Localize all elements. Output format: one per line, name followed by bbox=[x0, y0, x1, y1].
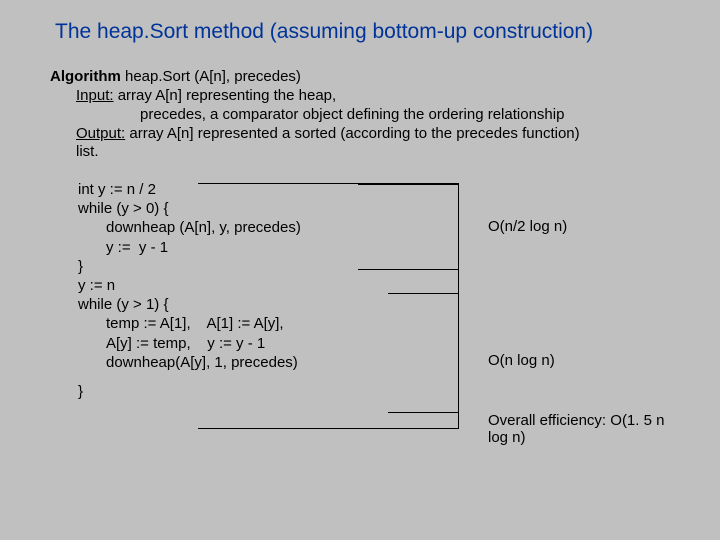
code-line: } bbox=[78, 382, 670, 401]
output-text: array A[n] represented a sorted (accordi… bbox=[125, 125, 579, 142]
algorithm-heading: Algorithm heap.Sort (A[n], precedes) bbox=[50, 68, 670, 85]
code-line: A[y] := temp, y := y - 1 bbox=[78, 334, 670, 353]
output-continuation: list. bbox=[76, 143, 670, 162]
input-label: Input: bbox=[76, 87, 114, 104]
code-block: O(n/2 log n) O(n log n) Overall efficien… bbox=[78, 180, 670, 401]
code-line: while (y > 0) { bbox=[78, 199, 670, 218]
annotation-overall: Overall efficiency: O(1. 5 n log n) bbox=[488, 412, 670, 446]
output-line: Output: array A[n] represented a sorted … bbox=[76, 125, 670, 144]
code-line: downheap(A[y], 1, precedes) bbox=[78, 353, 670, 372]
code-line: temp := A[1], A[1] := A[y], bbox=[78, 314, 670, 333]
algorithm-keyword: Algorithm bbox=[50, 68, 121, 85]
input-continuation: precedes, a comparator object defining t… bbox=[140, 106, 670, 125]
code-line: int y := n / 2 bbox=[78, 180, 670, 199]
code-line: downheap (A[n], y, precedes) bbox=[78, 218, 670, 237]
slide-title: The heap.Sort method (assuming bottom-up… bbox=[55, 20, 670, 44]
code-line: y := y - 1 bbox=[78, 238, 670, 257]
algorithm-signature: heap.Sort (A[n], precedes) bbox=[121, 68, 301, 85]
input-line: Input: array A[n] representing the heap, bbox=[76, 87, 670, 106]
slide: The heap.Sort method (assuming bottom-up… bbox=[0, 0, 720, 540]
code-line: } bbox=[78, 257, 670, 276]
code-line: while (y > 1) { bbox=[78, 295, 670, 314]
code-line: y := n bbox=[78, 276, 670, 295]
output-label: Output: bbox=[76, 125, 125, 142]
input-text: array A[n] representing the heap, bbox=[114, 87, 337, 104]
